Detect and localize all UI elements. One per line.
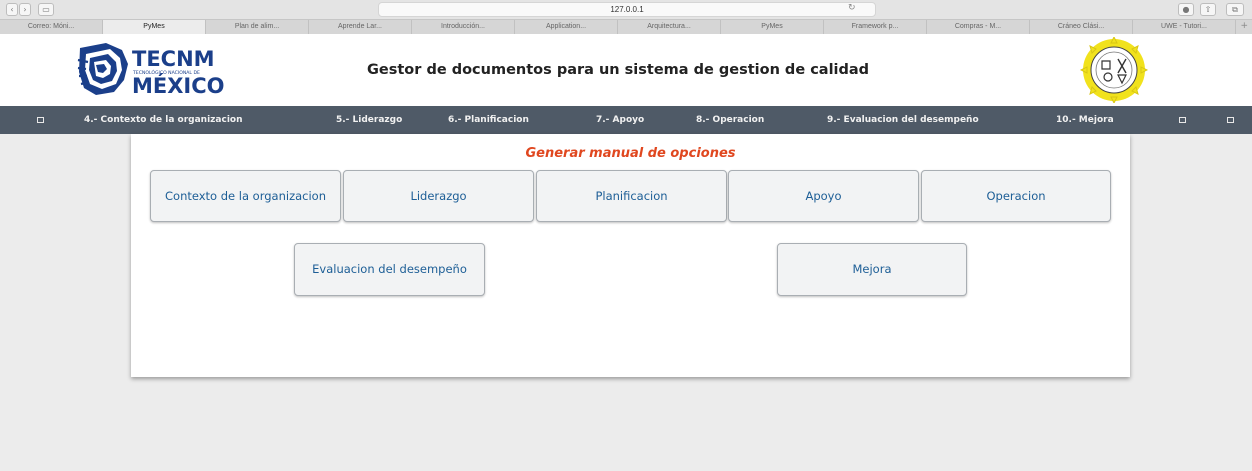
browser-toolbar: ‹ › ▭ 127.0.0.1 ↻ ● ⇧ ⧉ bbox=[0, 0, 1252, 19]
tabs-overview-icon[interactable]: ⧉ bbox=[1226, 3, 1244, 16]
panel-title: Generar manual de opciones bbox=[525, 146, 736, 161]
option-contexto-button[interactable]: Contexto de la organizacion bbox=[150, 170, 341, 222]
nav-right-square-icon[interactable] bbox=[1179, 117, 1186, 123]
browser-tab[interactable]: UWE - Tutori... bbox=[1133, 20, 1236, 34]
reload-icon[interactable]: ↻ bbox=[848, 3, 856, 13]
back-icon[interactable]: ‹ bbox=[6, 3, 18, 16]
sidebar-icon[interactable]: ▭ bbox=[38, 3, 54, 16]
nav-item-contexto[interactable]: 4.- Contexto de la organizacion bbox=[84, 106, 243, 134]
browser-tab[interactable]: PyMes bbox=[721, 20, 824, 34]
svg-text:MÉXICO: MÉXICO bbox=[132, 73, 225, 98]
address-bar[interactable]: 127.0.0.1 bbox=[378, 2, 876, 17]
browser-tab[interactable]: Cráneo Clási... bbox=[1030, 20, 1133, 34]
browser-tab[interactable]: Compras - M... bbox=[927, 20, 1030, 34]
main-nav: 4.- Contexto de la organizacion 5.- Lide… bbox=[0, 106, 1252, 134]
institute-seal-logo bbox=[1079, 35, 1149, 105]
browser-chrome: ‹ › ▭ 127.0.0.1 ↻ ● ⇧ ⧉ Correo: Móni... … bbox=[0, 0, 1252, 34]
new-tab-icon[interactable]: + bbox=[1236, 20, 1252, 34]
nav-right-square-icon-2[interactable] bbox=[1227, 117, 1234, 123]
nav-item-operacion[interactable]: 8.- Operacion bbox=[696, 106, 764, 134]
options-panel: Generar manual de opciones Contexto de l… bbox=[131, 134, 1130, 377]
option-planificacion-button[interactable]: Planificacion bbox=[536, 170, 727, 222]
browser-tab[interactable]: Application... bbox=[515, 20, 618, 34]
nav-item-liderazgo[interactable]: 5.- Liderazgo bbox=[336, 106, 402, 134]
forward-icon[interactable]: › bbox=[19, 3, 31, 16]
option-apoyo-button[interactable]: Apoyo bbox=[728, 170, 919, 222]
option-liderazgo-button[interactable]: Liderazgo bbox=[343, 170, 534, 222]
browser-tab[interactable]: Correo: Móni... bbox=[0, 20, 103, 34]
browser-tab-active[interactable]: PyMes bbox=[103, 20, 206, 34]
browser-tab[interactable]: Arquitectura... bbox=[618, 20, 721, 34]
nav-item-planificacion[interactable]: 6.- Planificacion bbox=[448, 106, 529, 134]
browser-tab-bar: Correo: Móni... PyMes Plan de alim... Ap… bbox=[0, 19, 1252, 34]
browser-tab[interactable]: Aprende Lar... bbox=[309, 20, 412, 34]
download-icon[interactable]: ● bbox=[1178, 3, 1194, 16]
share-icon[interactable]: ⇧ bbox=[1200, 3, 1216, 16]
tecnm-logo: TECNM TECNOLÓGICO NACIONAL DE MÉXICO bbox=[76, 40, 246, 98]
browser-tab[interactable]: Introducción... bbox=[412, 20, 515, 34]
option-operacion-button[interactable]: Operacion bbox=[921, 170, 1111, 222]
nav-item-apoyo[interactable]: 7.- Apoyo bbox=[596, 106, 644, 134]
site-header: TECNM TECNOLÓGICO NACIONAL DE MÉXICO Ges… bbox=[0, 34, 1252, 106]
browser-tab[interactable]: Plan de alim... bbox=[206, 20, 309, 34]
option-mejora-button[interactable]: Mejora bbox=[777, 243, 967, 296]
svg-text:TECNM: TECNM bbox=[132, 47, 215, 71]
nav-item-mejora[interactable]: 10.- Mejora bbox=[1056, 106, 1114, 134]
browser-tab[interactable]: Framework p... bbox=[824, 20, 927, 34]
nav-left-square-icon[interactable] bbox=[37, 117, 44, 123]
nav-item-evaluacion[interactable]: 9.- Evaluacion del desempeño bbox=[827, 106, 979, 134]
page-title: Gestor de documentos para un sistema de … bbox=[367, 62, 870, 78]
option-evaluacion-button[interactable]: Evaluacion del desempeño bbox=[294, 243, 485, 296]
